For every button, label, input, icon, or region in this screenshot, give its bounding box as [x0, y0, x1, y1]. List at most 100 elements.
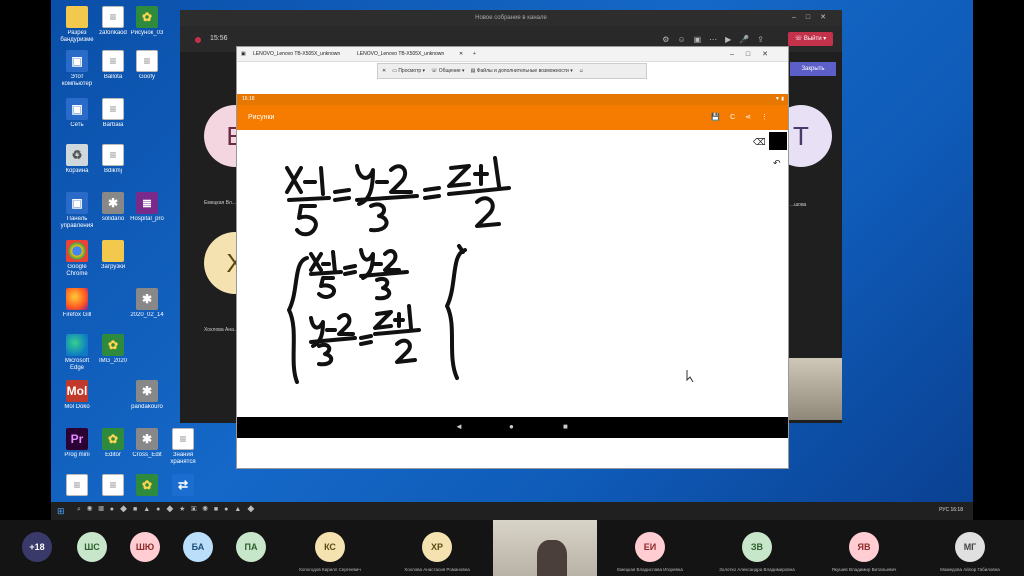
folder-icon [66, 6, 88, 28]
document-icon: ≡ [102, 144, 124, 166]
document-icon: ≡ [66, 474, 88, 496]
folder-desktop-shortcut[interactable]: Загрузки [96, 240, 130, 271]
image-app-desktop-shortcut[interactable]: ✿ [130, 474, 164, 498]
teamviewer-icon: ⇄ [172, 474, 194, 496]
computer-desktop-shortcut[interactable]: ▣ Этот компьютер [60, 50, 94, 88]
android-status-bar: 16:18 ▼ ▮ [237, 94, 788, 105]
desktop-shortcut-label: Firefox Gill [62, 312, 92, 318]
participant-avatar[interactable]: БА [183, 532, 213, 562]
color-swatch[interactable] [769, 132, 787, 150]
desktop-shortcut-label: Google Chrome [66, 264, 88, 277]
settings-app-desktop-shortcut[interactable]: ✱ Cross_Edit [130, 428, 164, 459]
desktop-shortcut-label: Этот компьютер [61, 74, 93, 87]
desktop-shortcut-label: zafonkaod [99, 30, 127, 36]
document-desktop-shortcut[interactable]: ≡ [60, 474, 94, 498]
participant-avatar[interactable]: ЗВ [742, 532, 772, 562]
window-controls[interactable]: –□✕ [792, 10, 836, 26]
viewer-tab-1[interactable]: LENOVO_Lenovo TB-X505X_unknown [253, 51, 340, 57]
app-actions[interactable]: 💾C⋖⋮ [711, 105, 778, 130]
participant-avatar[interactable]: ЯВ [849, 532, 879, 562]
canvas-tools[interactable]: ⌫ ↶ [752, 132, 787, 169]
new-tab-icon[interactable]: + [473, 51, 476, 57]
desktop-shortcut-label: Mol Doko [64, 404, 90, 410]
desktop-shortcut-label: Barbaia [102, 122, 124, 128]
desktop-shortcut-label: Bdikmj [103, 168, 122, 174]
image-app-desktop-shortcut[interactable]: ✿ Editor [96, 428, 130, 459]
document-desktop-shortcut[interactable]: ≡ Goofy [130, 50, 164, 81]
drawing-canvas[interactable]: ⌫ ↶ [237, 130, 788, 417]
battery-icon: ▼ ▮ [774, 96, 784, 102]
close-panel-button[interactable]: Закрыть [790, 62, 836, 76]
archive-desktop-shortcut[interactable]: ≣ Hospital_pro [130, 192, 164, 223]
participant-avatar[interactable]: МГ [955, 532, 985, 562]
edge-icon [66, 334, 88, 356]
app-title: Рисунки [248, 114, 275, 121]
settings-app-desktop-shortcut[interactable]: ✱ 2020_02_14 [130, 288, 164, 319]
document-desktop-shortcut[interactable]: ≡ Ballota [96, 50, 130, 81]
participant-name: Хохлова Анастасия Романовна [404, 567, 470, 572]
windows-taskbar: ⊞ ⌕◉▦●◆■▲●◆★▣◉■●▲◆ РУС 16:18 [51, 502, 973, 520]
viewer-window-controls[interactable]: –□✕ [730, 50, 780, 58]
image-app-desktop-shortcut[interactable]: ✿ IMG_2020 [96, 334, 130, 365]
smiley-icon[interactable]: ☺ [579, 68, 584, 74]
participant-avatar[interactable]: ШЮ [130, 532, 160, 562]
participant-avatar[interactable]: КС [315, 532, 345, 562]
recycle-bin-desktop-shortcut[interactable]: ♻ Корзина [60, 144, 94, 175]
nav-home[interactable]: ● [509, 422, 514, 431]
document-desktop-shortcut[interactable]: ≡ Bdikmj [96, 144, 130, 175]
desktop-shortcut-label: Editor [105, 452, 121, 458]
leave-button[interactable]: ☏ Выйти ▾ [788, 32, 833, 46]
document-icon: ≡ [102, 474, 124, 496]
teamviewer-desktop-shortcut[interactable]: ⇄ [166, 474, 200, 498]
settings-app-desktop-shortcut[interactable]: ✱ solidario [96, 192, 130, 223]
meeting-toolbar-icons[interactable]: ⚙☺▣⋯▶🎤⇪ [662, 35, 772, 44]
tablet-screen: 16:18 ▼ ▮ Рисунки 💾C⋖⋮ ⌫ ↶ ◄ ● ■ [237, 94, 788, 468]
firefox-desktop-shortcut[interactable]: Firefox Gill [60, 288, 94, 319]
nav-back[interactable]: ◄ [455, 422, 463, 431]
undo-icon[interactable]: ↶ [773, 159, 781, 169]
toolbar-view[interactable]: ▭ Просмотр ▾ [392, 68, 425, 74]
document-icon: ≡ [136, 50, 158, 72]
network-icon: ▣ [66, 98, 88, 120]
document-desktop-shortcut[interactable]: ≡ Barbaia [96, 98, 130, 129]
desktop-shortcut-label: Prog mini [64, 452, 90, 458]
participant-avatar[interactable]: ЕИ [635, 532, 665, 562]
firefox-icon [66, 288, 88, 310]
more-participants-badge[interactable]: +18 [22, 532, 52, 562]
participant-avatar[interactable]: ХР [422, 532, 452, 562]
teams-title-bar: Новое собрание в канале –□✕ [180, 10, 842, 26]
eraser-icon[interactable]: ⌫ [752, 138, 766, 148]
document-desktop-shortcut[interactable]: ≡ zafonkaod [96, 6, 130, 37]
participant-avatar[interactable]: ПА [236, 532, 266, 562]
folder-desktop-shortcut[interactable]: Разрез бандуризме [60, 6, 94, 44]
desktop-shortcut-label: Корзина [65, 168, 89, 174]
chrome-desktop-shortcut[interactable]: Google Chrome [60, 240, 94, 278]
network-desktop-shortcut[interactable]: ▣ Сеть [60, 98, 94, 129]
toolbar-files[interactable]: ▤ Файлы и дополнительные возможности ▾ [471, 68, 573, 74]
viewer-tab-2[interactable]: LENOVO_Lenovo TB-X505X_unknown [357, 51, 444, 57]
control-panel-desktop-shortcut[interactable]: ▣ Панель управления [60, 192, 94, 230]
system-tray[interactable]: РУС 16:18 [939, 507, 963, 513]
premiere-desktop-shortcut[interactable]: Pr Prog mini [60, 428, 94, 459]
settings-app-icon: ✱ [136, 428, 158, 450]
close-session-icon[interactable]: ✕ [382, 68, 386, 74]
image-app-desktop-shortcut[interactable]: ✿ Рисунок_03 [130, 6, 164, 37]
windows-start-icon[interactable]: ⊞ [57, 506, 67, 516]
document-icon: ≡ [102, 98, 124, 120]
app-desktop-shortcut[interactable]: Mol Mol Doko [60, 380, 94, 411]
document-desktop-shortcut[interactable]: ≡ [96, 474, 130, 498]
taskbar-apps[interactable]: ⌕◉▦●◆■▲●◆★▣◉■●▲◆ [77, 506, 260, 514]
document-desktop-shortcut[interactable]: ≡ Знания хранятся [166, 428, 200, 466]
desktop-shortcut-label: Рисунок_03 [130, 30, 164, 36]
edge-desktop-shortcut[interactable]: Microsoft Edge [60, 334, 94, 372]
nav-recents[interactable]: ■ [563, 422, 568, 431]
settings-app-desktop-shortcut[interactable]: ✱ pandakouro [130, 380, 164, 411]
tab-close-icon[interactable]: ✕ [459, 51, 463, 57]
viewer-tab-icon: ▣ [241, 51, 246, 57]
participant-avatar[interactable]: ШС [77, 532, 107, 562]
teams-camera-preview [788, 358, 842, 420]
teams-participant-name-right: ...шова [790, 202, 807, 208]
desktop-shortcut-label: Сеть [70, 122, 84, 128]
toolbar-communicate[interactable]: ☏ Общение ▾ [431, 68, 465, 74]
desktop-shortcut-label: Панель управления [60, 216, 94, 229]
